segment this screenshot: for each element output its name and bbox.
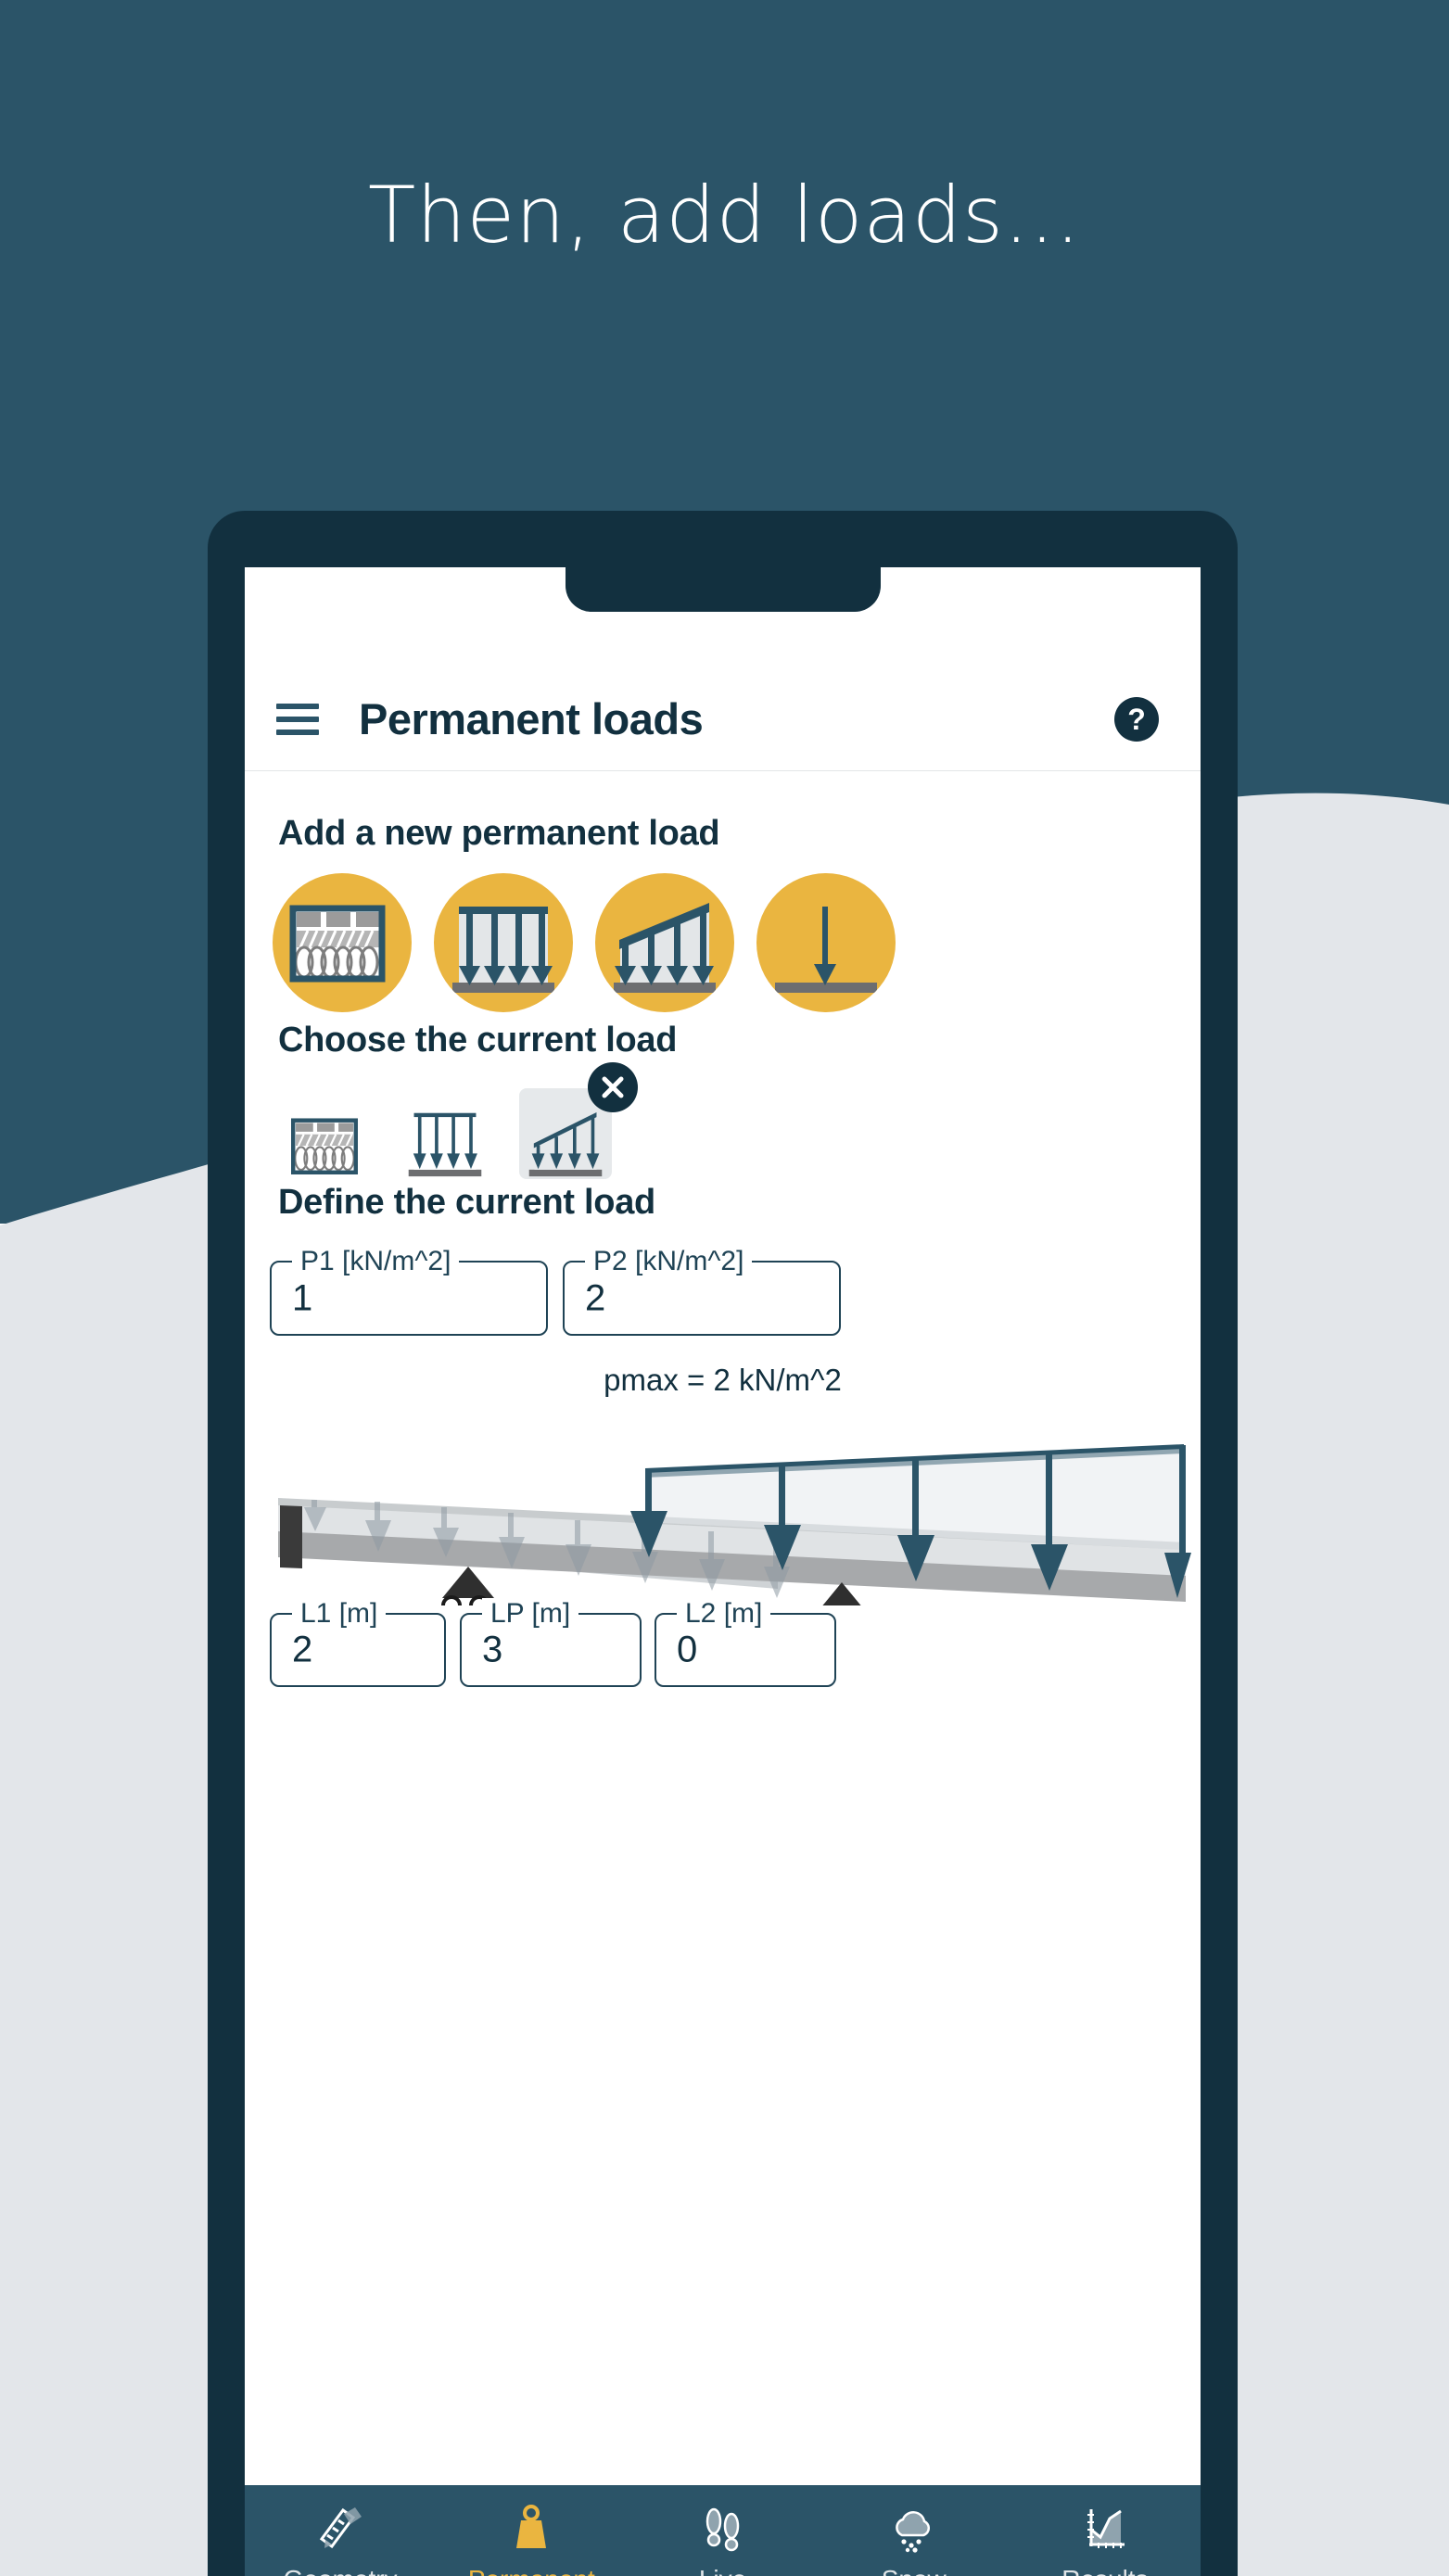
lp-field-label: LP [m] <box>482 1598 579 1630</box>
l2-field-value: 0 <box>677 1629 698 1670</box>
bottom-nav-label-results: Results <box>1061 2565 1148 2576</box>
snow-cloud-icon <box>887 2502 941 2556</box>
current-load-thumb-stratigraphy[interactable] <box>278 1088 371 1179</box>
bottom-nav-label-snow: Snow <box>882 2565 947 2576</box>
page-title-label: Permanent loads <box>359 694 704 743</box>
p1-field-value: 1 <box>292 1277 313 1318</box>
line-chart-icon <box>1078 2502 1132 2556</box>
weight-icon <box>504 2502 558 2556</box>
add-trapezoidal-distributed-load-button[interactable] <box>595 873 734 1012</box>
ruler-pencil-icon <box>313 2502 367 2556</box>
stratigraphy-load-thumb-icon <box>291 1118 358 1174</box>
l2-field-label: L2 [m] <box>677 1598 771 1630</box>
trapezoidal-distributed-load-thumb-icon <box>528 1112 603 1177</box>
add-load-section-title: Add a new permanent load <box>278 814 720 853</box>
current-load-thumb-trapezoidal[interactable] <box>519 1062 638 1179</box>
bottom-nav-label-live: Live <box>699 2565 746 2576</box>
p1-field-label: P1 [kN/m^2] <box>292 1246 460 1277</box>
l1-field[interactable]: L1 [m] 2 <box>270 1598 446 1687</box>
bottom-nav-item-geometry[interactable]: Geometry <box>245 2485 436 2576</box>
stratigraphy-load-icon <box>289 905 386 983</box>
bottom-nav-item-results[interactable]: Results <box>1010 2485 1201 2576</box>
page-title: Then, add loads... <box>367 170 1082 260</box>
app-bar: Permanent loads ? <box>245 667 1201 771</box>
p2-field-label: P2 [kN/m^2] <box>585 1246 753 1277</box>
pmax-readout: pmax = 2 kN/m^2 <box>604 1363 842 1397</box>
add-load-button-row <box>273 873 1190 1017</box>
phone-device-frame: Permanent loads ? Add a new permanent lo… <box>208 511 1238 2576</box>
current-load-thumbnail-row <box>278 1062 638 1179</box>
phone-notch <box>565 567 881 612</box>
add-stratigraphy-load-button[interactable] <box>273 873 412 1012</box>
bottom-nav-item-snow[interactable]: Snow <box>819 2485 1010 2576</box>
l2-field[interactable]: L2 [m] 0 <box>655 1598 836 1687</box>
promo-screenshot: Then, add loads... Permanent loads ? Add… <box>0 0 1449 2576</box>
lp-field-value: 3 <box>482 1629 503 1670</box>
add-uniform-distributed-load-button[interactable] <box>434 873 573 1012</box>
bottom-nav-item-live[interactable]: Live <box>627 2485 818 2576</box>
beam-diagram-svg <box>278 1444 1191 1631</box>
bottom-navigation-bar: Geometry Permanent <box>245 2485 1201 2576</box>
bottom-nav-item-permanent[interactable]: Permanent <box>436 2485 627 2576</box>
add-point-load-button[interactable] <box>756 873 896 1012</box>
p2-field-value: 2 <box>585 1277 606 1318</box>
beam-load-diagram <box>254 1439 1191 1631</box>
current-load-thumb-uniform[interactable] <box>399 1088 491 1179</box>
uniform-distributed-load-icon <box>452 907 554 993</box>
help-circle-icon[interactable]: ? <box>1113 696 1160 742</box>
phone-screen: Permanent loads ? Add a new permanent lo… <box>245 567 1201 2576</box>
hamburger-menu-icon[interactable] <box>276 703 319 735</box>
l1-field-label: L1 [m] <box>292 1598 387 1630</box>
define-load-section-title: Define the current load <box>278 1183 655 1222</box>
bottom-nav-label-geometry: Geometry <box>284 2565 398 2576</box>
uniform-distributed-load-thumb-icon <box>408 1112 482 1177</box>
p2-field[interactable]: P2 [kN/m^2] 2 <box>563 1246 841 1336</box>
choose-load-section-title: Choose the current load <box>278 1021 678 1060</box>
point-load-icon <box>775 907 877 993</box>
trapezoidal-distributed-load-icon <box>614 903 716 993</box>
footprints-icon <box>696 2502 750 2556</box>
close-x-icon <box>602 1076 624 1098</box>
delete-current-load-button[interactable] <box>588 1062 638 1112</box>
bottom-nav-label-permanent: Permanent <box>468 2565 595 2576</box>
l1-field-value: 2 <box>292 1629 313 1670</box>
svg-text:?: ? <box>1127 703 1146 736</box>
lp-field[interactable]: LP [m] 3 <box>460 1598 642 1687</box>
p1-field[interactable]: P1 [kN/m^2] 1 <box>270 1246 548 1336</box>
